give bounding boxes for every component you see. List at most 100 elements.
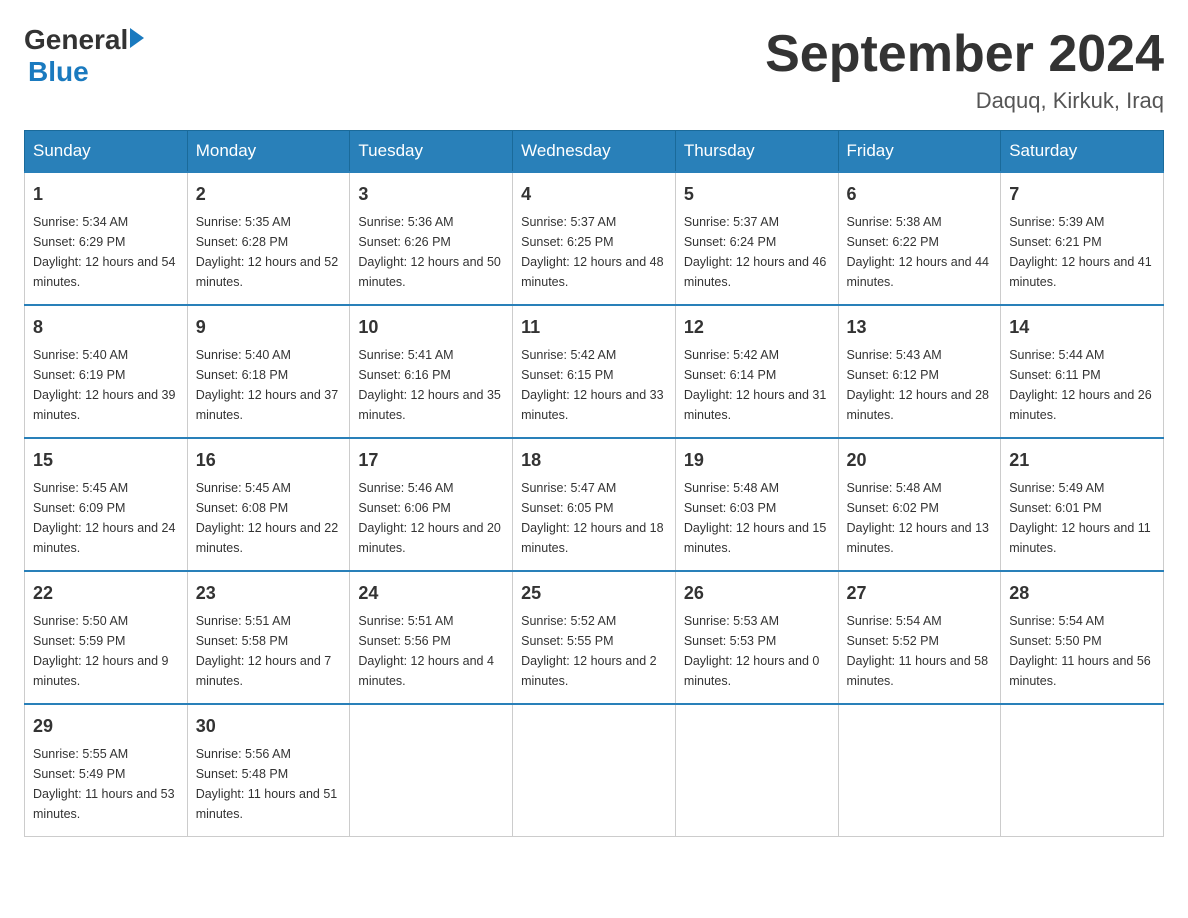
day-info: Sunrise: 5:37 AMSunset: 6:25 PMDaylight:… [521, 212, 667, 292]
day-info: Sunrise: 5:39 AMSunset: 6:21 PMDaylight:… [1009, 212, 1155, 292]
day-number: 1 [33, 181, 179, 208]
calendar-cell: 16 Sunrise: 5:45 AMSunset: 6:08 PMDayligh… [187, 438, 350, 571]
column-header-tuesday: Tuesday [350, 131, 513, 173]
calendar-cell: 19 Sunrise: 5:48 AMSunset: 6:03 PMDayligh… [675, 438, 838, 571]
day-info: Sunrise: 5:40 AMSunset: 6:18 PMDaylight:… [196, 345, 342, 425]
calendar-week-row: 15 Sunrise: 5:45 AMSunset: 6:09 PMDayligh… [25, 438, 1164, 571]
column-header-wednesday: Wednesday [513, 131, 676, 173]
day-info: Sunrise: 5:55 AMSunset: 5:49 PMDaylight:… [33, 744, 179, 824]
day-info: Sunrise: 5:35 AMSunset: 6:28 PMDaylight:… [196, 212, 342, 292]
day-number: 17 [358, 447, 504, 474]
day-number: 11 [521, 314, 667, 341]
calendar-cell: 7 Sunrise: 5:39 AMSunset: 6:21 PMDaylight… [1001, 172, 1164, 305]
calendar-week-row: 1 Sunrise: 5:34 AMSunset: 6:29 PMDaylight… [25, 172, 1164, 305]
day-number: 7 [1009, 181, 1155, 208]
logo-general-text: General [24, 24, 128, 56]
calendar-cell: 30 Sunrise: 5:56 AMSunset: 5:48 PMDayligh… [187, 704, 350, 837]
day-info: Sunrise: 5:48 AMSunset: 6:02 PMDaylight:… [847, 478, 993, 558]
calendar-cell: 12 Sunrise: 5:42 AMSunset: 6:14 PMDayligh… [675, 305, 838, 438]
column-header-monday: Monday [187, 131, 350, 173]
calendar-cell [1001, 704, 1164, 837]
day-info: Sunrise: 5:43 AMSunset: 6:12 PMDaylight:… [847, 345, 993, 425]
calendar-cell: 11Sunrise: 5:42 AMSunset: 6:15 PMDayligh… [513, 305, 676, 438]
day-number: 20 [847, 447, 993, 474]
day-info: Sunrise: 5:51 AMSunset: 5:56 PMDaylight:… [358, 611, 504, 691]
calendar-cell: 15 Sunrise: 5:45 AMSunset: 6:09 PMDayligh… [25, 438, 188, 571]
day-number: 25 [521, 580, 667, 607]
day-number: 14 [1009, 314, 1155, 341]
column-header-saturday: Saturday [1001, 131, 1164, 173]
calendar-table: SundayMondayTuesdayWednesdayThursdayFrid… [24, 130, 1164, 837]
logo-triangle-icon [130, 28, 144, 48]
day-info: Sunrise: 5:45 AMSunset: 6:09 PMDaylight:… [33, 478, 179, 558]
day-info: Sunrise: 5:54 AMSunset: 5:52 PMDaylight:… [847, 611, 993, 691]
day-info: Sunrise: 5:44 AMSunset: 6:11 PMDaylight:… [1009, 345, 1155, 425]
day-number: 21 [1009, 447, 1155, 474]
day-info: Sunrise: 5:51 AMSunset: 5:58 PMDaylight:… [196, 611, 342, 691]
day-number: 24 [358, 580, 504, 607]
calendar-cell: 25 Sunrise: 5:52 AMSunset: 5:55 PMDayligh… [513, 571, 676, 704]
logo-blue-text: Blue [28, 56, 89, 87]
calendar-cell [838, 704, 1001, 837]
calendar-cell: 9 Sunrise: 5:40 AMSunset: 6:18 PMDaylight… [187, 305, 350, 438]
calendar-cell: 22Sunrise: 5:50 AMSunset: 5:59 PMDayligh… [25, 571, 188, 704]
calendar-cell: 20 Sunrise: 5:48 AMSunset: 6:02 PMDayligh… [838, 438, 1001, 571]
calendar-cell: 26 Sunrise: 5:53 AMSunset: 5:53 PMDayligh… [675, 571, 838, 704]
day-info: Sunrise: 5:52 AMSunset: 5:55 PMDaylight:… [521, 611, 667, 691]
calendar-week-row: 8Sunrise: 5:40 AMSunset: 6:19 PMDaylight… [25, 305, 1164, 438]
calendar-cell: 28Sunrise: 5:54 AMSunset: 5:50 PMDayligh… [1001, 571, 1164, 704]
calendar-cell: 5Sunrise: 5:37 AMSunset: 6:24 PMDaylight… [675, 172, 838, 305]
page-header: General Blue September 2024 Daquq, Kirku… [24, 24, 1164, 114]
day-number: 23 [196, 580, 342, 607]
calendar-cell: 13 Sunrise: 5:43 AMSunset: 6:12 PMDayligh… [838, 305, 1001, 438]
calendar-cell [350, 704, 513, 837]
day-info: Sunrise: 5:40 AMSunset: 6:19 PMDaylight:… [33, 345, 179, 425]
day-info: Sunrise: 5:45 AMSunset: 6:08 PMDaylight:… [196, 478, 342, 558]
column-header-friday: Friday [838, 131, 1001, 173]
day-info: Sunrise: 5:42 AMSunset: 6:14 PMDaylight:… [684, 345, 830, 425]
day-number: 6 [847, 181, 993, 208]
calendar-cell: 24 Sunrise: 5:51 AMSunset: 5:56 PMDayligh… [350, 571, 513, 704]
day-number: 30 [196, 713, 342, 740]
day-number: 28 [1009, 580, 1155, 607]
calendar-header-row: SundayMondayTuesdayWednesdayThursdayFrid… [25, 131, 1164, 173]
column-header-thursday: Thursday [675, 131, 838, 173]
day-number: 18 [521, 447, 667, 474]
day-number: 16 [196, 447, 342, 474]
calendar-cell: 3 Sunrise: 5:36 AMSunset: 6:26 PMDaylight… [350, 172, 513, 305]
day-info: Sunrise: 5:53 AMSunset: 5:53 PMDaylight:… [684, 611, 830, 691]
logo: General Blue [24, 24, 144, 88]
day-info: Sunrise: 5:34 AMSunset: 6:29 PMDaylight:… [33, 212, 179, 292]
day-info: Sunrise: 5:46 AMSunset: 6:06 PMDaylight:… [358, 478, 504, 558]
calendar-cell: 18Sunrise: 5:47 AMSunset: 6:05 PMDayligh… [513, 438, 676, 571]
day-number: 3 [358, 181, 504, 208]
title-area: September 2024 Daquq, Kirkuk, Iraq [765, 24, 1164, 114]
day-info: Sunrise: 5:48 AMSunset: 6:03 PMDaylight:… [684, 478, 830, 558]
calendar-subtitle: Daquq, Kirkuk, Iraq [765, 88, 1164, 114]
day-number: 19 [684, 447, 830, 474]
day-number: 2 [196, 181, 342, 208]
day-number: 26 [684, 580, 830, 607]
day-number: 5 [684, 181, 830, 208]
day-info: Sunrise: 5:56 AMSunset: 5:48 PMDaylight:… [196, 744, 342, 824]
calendar-cell: 29 Sunrise: 5:55 AMSunset: 5:49 PMDayligh… [25, 704, 188, 837]
day-number: 12 [684, 314, 830, 341]
calendar-title: September 2024 [765, 24, 1164, 84]
day-number: 15 [33, 447, 179, 474]
calendar-cell: 17 Sunrise: 5:46 AMSunset: 6:06 PMDayligh… [350, 438, 513, 571]
calendar-cell: 23 Sunrise: 5:51 AMSunset: 5:58 PMDayligh… [187, 571, 350, 704]
calendar-cell: 8Sunrise: 5:40 AMSunset: 6:19 PMDaylight… [25, 305, 188, 438]
calendar-cell [675, 704, 838, 837]
calendar-cell [513, 704, 676, 837]
day-info: Sunrise: 5:36 AMSunset: 6:26 PMDaylight:… [358, 212, 504, 292]
day-number: 4 [521, 181, 667, 208]
calendar-week-row: 22Sunrise: 5:50 AMSunset: 5:59 PMDayligh… [25, 571, 1164, 704]
column-header-sunday: Sunday [25, 131, 188, 173]
calendar-week-row: 29 Sunrise: 5:55 AMSunset: 5:49 PMDayligh… [25, 704, 1164, 837]
day-number: 9 [196, 314, 342, 341]
day-number: 29 [33, 713, 179, 740]
calendar-cell: 10Sunrise: 5:41 AMSunset: 6:16 PMDayligh… [350, 305, 513, 438]
calendar-cell: 14 Sunrise: 5:44 AMSunset: 6:11 PMDayligh… [1001, 305, 1164, 438]
calendar-cell: 1 Sunrise: 5:34 AMSunset: 6:29 PMDaylight… [25, 172, 188, 305]
day-number: 13 [847, 314, 993, 341]
